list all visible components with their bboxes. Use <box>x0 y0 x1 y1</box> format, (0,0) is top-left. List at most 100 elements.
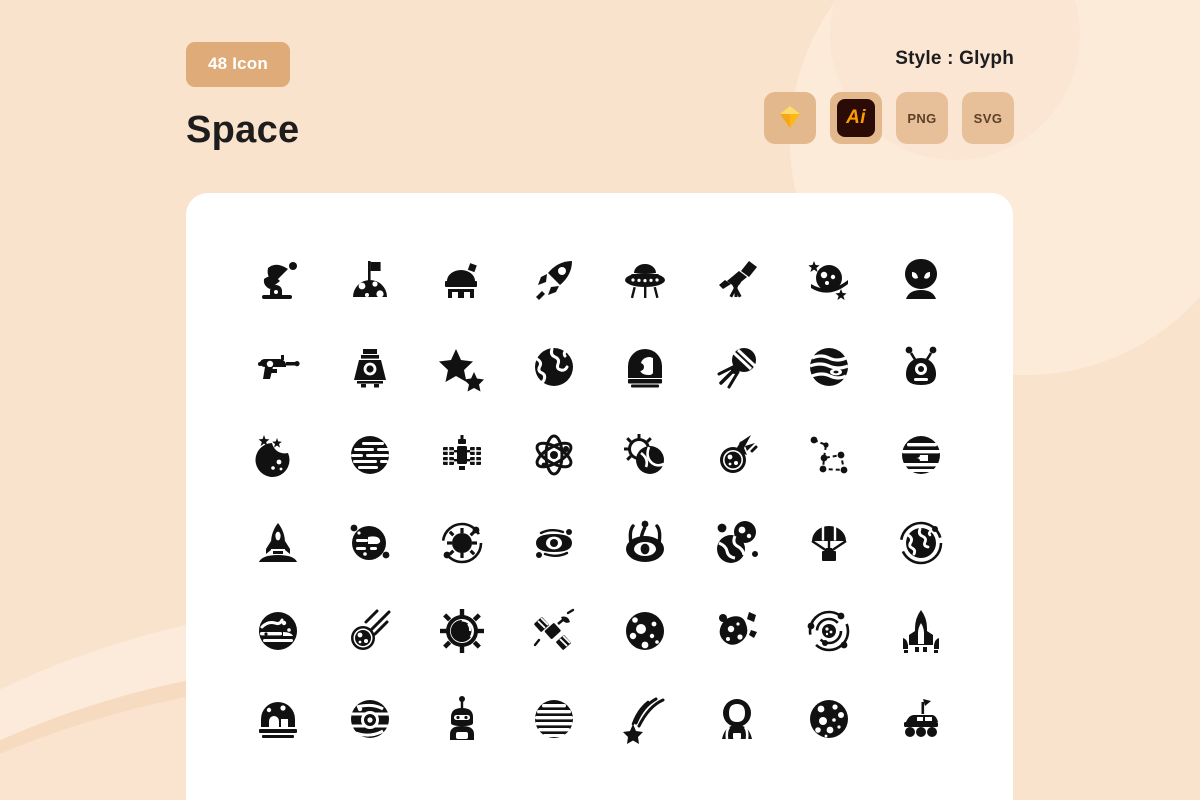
icon-cell-asteroid-planet[interactable] <box>324 499 416 587</box>
earth-icon <box>528 341 580 393</box>
icon-cell-moon-rover[interactable] <box>875 675 967 763</box>
icon-grid <box>232 235 967 763</box>
moon-icon <box>803 693 855 745</box>
format-chip-illustrator[interactable]: Ai <box>830 92 882 144</box>
meteor-icon <box>711 429 763 481</box>
header-right: Style : Glyph Ai PNG SVG <box>764 48 1014 144</box>
robot-icon <box>436 693 488 745</box>
asteroid-rock-icon <box>711 605 763 657</box>
icon-cell-crescent-moon-stars[interactable] <box>232 411 324 499</box>
space-station-icon <box>436 429 488 481</box>
saturn-planet-icon <box>803 253 855 305</box>
icon-cell-surface-planet[interactable] <box>232 587 324 675</box>
icon-cell-astronaut-helmet[interactable] <box>600 323 692 411</box>
ufo-icon <box>619 253 671 305</box>
icon-cell-alien-head[interactable] <box>875 235 967 323</box>
icon-cell-ringed-planet[interactable] <box>508 675 600 763</box>
header: 48 Icon Space <box>186 42 299 152</box>
astronaut-icon <box>711 693 763 745</box>
satellite-icon <box>528 605 580 657</box>
icon-cell-comet[interactable] <box>324 587 416 675</box>
icon-cell-moon[interactable] <box>783 675 875 763</box>
solar-system-icon <box>803 605 855 657</box>
icon-cell-space-capsule[interactable] <box>324 323 416 411</box>
rocket-icon <box>528 253 580 305</box>
constellation-icon <box>803 429 855 481</box>
style-label: Style : Glyph <box>895 48 1014 69</box>
icon-count-badge: 48 Icon <box>186 42 290 87</box>
icon-cell-earth-orbit[interactable] <box>875 499 967 587</box>
format-list: Ai PNG SVG <box>764 92 1014 144</box>
icon-cell-parachute-capsule[interactable] <box>783 499 875 587</box>
icon-cell-satellite[interactable] <box>508 587 600 675</box>
astronaut-helmet-icon <box>619 341 671 393</box>
format-chip-svg-label: SVG <box>973 110 1003 126</box>
icon-cell-moon-flag[interactable] <box>324 235 416 323</box>
icon-cell-asteroids[interactable] <box>691 499 783 587</box>
icon-cell-alien-robot[interactable] <box>875 323 967 411</box>
atom-icon <box>528 429 580 481</box>
icon-cell-rocket[interactable] <box>508 235 600 323</box>
icon-cell-meteor[interactable] <box>691 411 783 499</box>
icon-cell-solar-system[interactable] <box>783 587 875 675</box>
icon-cell-eye-planet[interactable] <box>324 675 416 763</box>
alien-robot-icon <box>895 341 947 393</box>
icon-cell-astronaut[interactable] <box>691 675 783 763</box>
icon-cell-ray-gun[interactable] <box>232 323 324 411</box>
icon-cell-striped-planet[interactable] <box>324 411 416 499</box>
icon-cell-space-shuttle[interactable] <box>875 587 967 675</box>
icon-cell-space-base[interactable] <box>232 675 324 763</box>
format-chip-sketch[interactable] <box>764 92 816 144</box>
icon-grid-card <box>186 193 1013 800</box>
icon-cell-alien-eye-creature[interactable] <box>600 499 692 587</box>
icon-cell-sun[interactable] <box>416 587 508 675</box>
jupiter-planet-icon <box>803 341 855 393</box>
asteroids-icon <box>711 517 763 569</box>
shooting-star-icon <box>619 693 671 745</box>
earth-orbit-icon <box>895 517 947 569</box>
icon-cell-saturn-planet[interactable] <box>783 235 875 323</box>
banded-planet-icon <box>895 429 947 481</box>
space-shuttle-icon <box>895 605 947 657</box>
ringed-planet-icon <box>528 693 580 745</box>
page-title: Space <box>186 109 300 151</box>
black-hole-icon <box>528 517 580 569</box>
icon-cell-crater-moon[interactable] <box>600 587 692 675</box>
moon-rover-icon <box>895 693 947 745</box>
icon-cell-sputnik-satellite[interactable] <box>691 323 783 411</box>
icon-cell-rocket-launch[interactable] <box>232 499 324 587</box>
icon-cell-robot[interactable] <box>416 675 508 763</box>
icon-cell-ufo[interactable] <box>600 235 692 323</box>
icon-cell-banded-planet[interactable] <box>875 411 967 499</box>
space-base-icon <box>252 693 304 745</box>
sun-orbit-icon <box>436 517 488 569</box>
sun-icon <box>436 605 488 657</box>
icon-cell-shooting-star[interactable] <box>600 675 692 763</box>
icon-cell-atom[interactable] <box>508 411 600 499</box>
icon-cell-solar-eclipse[interactable] <box>600 411 692 499</box>
icon-cell-telescope[interactable] <box>691 235 783 323</box>
stars-icon <box>436 341 488 393</box>
icon-cell-stars[interactable] <box>416 323 508 411</box>
sketch-diamond-icon <box>776 104 804 133</box>
icon-pack-showcase: 48 Icon Space Style : Glyph Ai PNG SVG <box>0 0 1200 800</box>
parachute-capsule-icon <box>803 517 855 569</box>
icon-cell-black-hole[interactable] <box>508 499 600 587</box>
alien-head-icon <box>895 253 947 305</box>
icon-cell-sun-orbit[interactable] <box>416 499 508 587</box>
alien-eye-creature-icon <box>619 517 671 569</box>
icon-cell-satellite-dish[interactable] <box>232 235 324 323</box>
icon-cell-earth[interactable] <box>508 323 600 411</box>
icon-cell-space-station[interactable] <box>416 411 508 499</box>
icon-cell-asteroid-rock[interactable] <box>691 587 783 675</box>
ray-gun-icon <box>252 341 304 393</box>
icon-cell-constellation[interactable] <box>783 411 875 499</box>
format-chip-svg[interactable]: SVG <box>962 92 1014 144</box>
icon-cell-jupiter-planet[interactable] <box>783 323 875 411</box>
asteroid-planet-icon <box>344 517 396 569</box>
format-chip-png[interactable]: PNG <box>896 92 948 144</box>
solar-eclipse-icon <box>619 429 671 481</box>
rocket-launch-icon <box>252 517 304 569</box>
icon-cell-observatory[interactable] <box>416 235 508 323</box>
surface-planet-icon <box>252 605 304 657</box>
